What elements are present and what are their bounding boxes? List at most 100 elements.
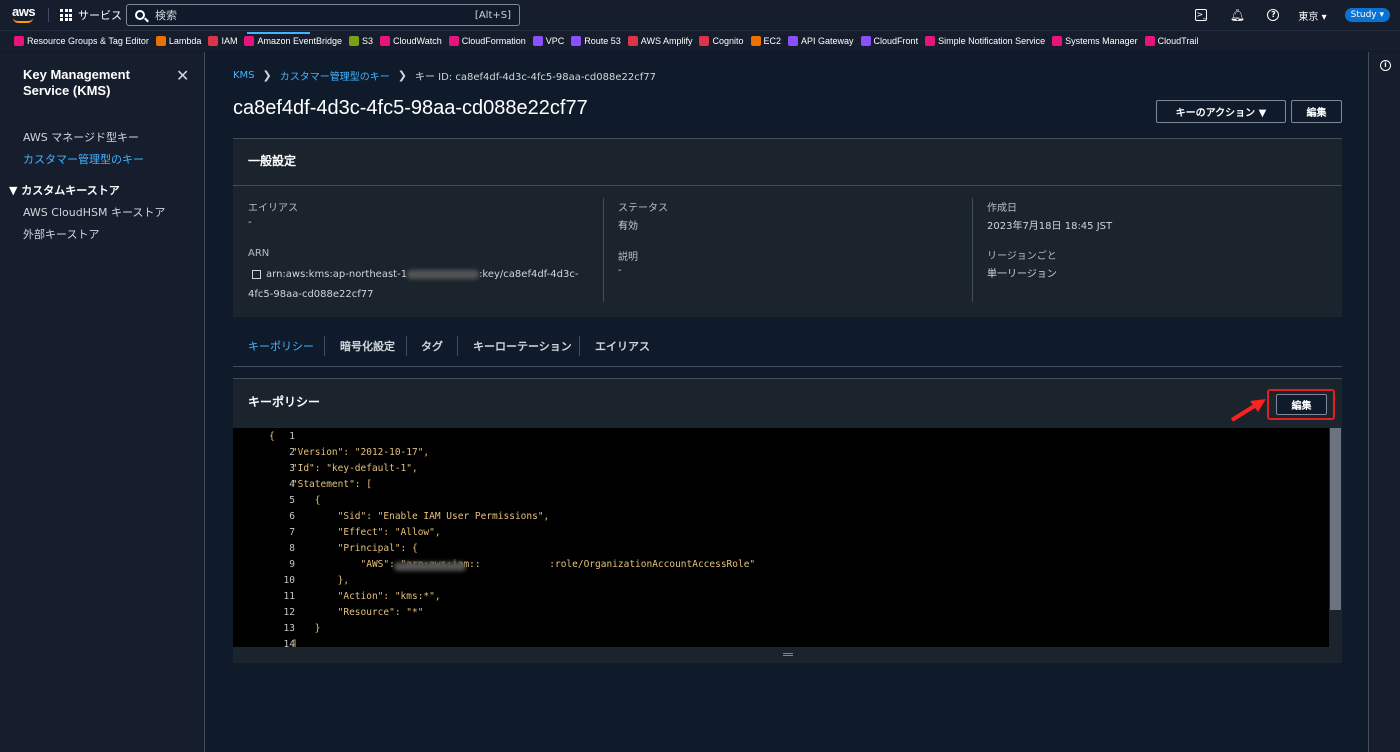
line-content: "AWS": "arn:aws:iam:: :role/Organization… xyxy=(269,559,756,571)
code-line: 7 "Effect": "Allow", xyxy=(233,527,1329,543)
sidebar-item-cloudhsm-key-stores[interactable]: AWS CloudHSM キーストア xyxy=(23,204,165,220)
alias-value: - xyxy=(248,217,252,228)
tab-aliases[interactable]: エイリアス xyxy=(595,338,650,354)
region-selector[interactable]: 東京 ▾ xyxy=(1298,8,1326,23)
code-line: 11 "Action": "kms:*", xyxy=(233,591,1329,607)
detail-tabs: キーポリシー 暗号化設定 タグ キーローテーション エイリアス xyxy=(233,333,1342,367)
aws-logo[interactable]: aws xyxy=(12,4,36,23)
line-content: ] xyxy=(269,639,298,647)
sidebar-section-custom-key-stores[interactable]: ▼ カスタムキーストア xyxy=(9,182,120,198)
favorite-item[interactable]: Route 53 xyxy=(571,36,621,46)
line-content: { xyxy=(269,431,275,442)
service-icon xyxy=(349,36,359,46)
code-line: 2 "Version": "2012-10-17", xyxy=(233,447,1329,463)
breadcrumb: KMS ❯ カスタマー管理型のキー ❯ キー ID: ca8ef4df-4d3c… xyxy=(233,68,656,83)
line-content: "Version": "2012-10-17", xyxy=(269,447,430,458)
code-line: 6 "Sid": "Enable IAM User Permissions", xyxy=(233,511,1329,527)
tab-cryptographic-config[interactable]: 暗号化設定 xyxy=(340,338,395,354)
key-actions-button[interactable]: キーのアクション ▼ xyxy=(1156,100,1286,123)
search-placeholder: 検索 xyxy=(155,9,177,22)
service-icon xyxy=(14,36,24,46)
code-line: 13 } xyxy=(233,623,1329,639)
key-policy-panel: キーポリシー 編集 xyxy=(233,378,1342,428)
service-icon xyxy=(1144,36,1155,46)
service-icon xyxy=(925,36,936,46)
favorite-item[interactable]: CloudFormation xyxy=(448,36,526,46)
favorite-label: Systems Manager xyxy=(1065,36,1138,46)
sidebar-item-customer-managed-keys[interactable]: カスタマー管理型のキー xyxy=(23,151,144,167)
favorite-item[interactable]: CloudFront xyxy=(860,36,918,46)
favorite-item[interactable]: EC2 xyxy=(750,36,782,46)
favorite-label: IAM xyxy=(221,36,238,46)
favorite-label: Resource Groups & Tag Editor xyxy=(27,36,149,46)
breadcrumb-kms[interactable]: KMS xyxy=(233,70,255,81)
grid-icon xyxy=(60,9,72,21)
sidebar-item-external-key-stores[interactable]: 外部キーストア xyxy=(23,226,99,242)
favorite-item[interactable]: Lambda xyxy=(155,36,201,46)
general-config-header: 一般設定 xyxy=(248,154,297,168)
help-button[interactable]: ? xyxy=(1262,5,1284,25)
favorite-item[interactable]: IAM xyxy=(208,36,237,46)
notifications-button[interactable]: 🔔︎ xyxy=(1226,5,1248,25)
tab-key-policy[interactable]: キーポリシー xyxy=(248,338,314,354)
favorite-item[interactable]: Amazon EventBridge xyxy=(244,36,342,46)
copy-icon[interactable] xyxy=(252,270,261,279)
line-content: }, xyxy=(269,575,350,586)
line-number: 1 xyxy=(289,431,295,442)
favorite-label: EC2 xyxy=(763,36,782,46)
right-rail: i xyxy=(1368,52,1400,752)
page-title: ca8ef4df-4d3c-4fc5-98aa-cd088e22cf77 xyxy=(233,97,588,119)
line-content: } xyxy=(269,623,321,634)
code-line: 10 }, xyxy=(233,575,1329,591)
code-line: 5 { xyxy=(233,495,1329,511)
arn-prefix: arn:aws:kms:ap-northeast-1 xyxy=(266,269,408,280)
region-type-label: リージョンごと xyxy=(987,251,1057,262)
breadcrumb-customer-keys[interactable]: カスタマー管理型のキー xyxy=(280,68,390,83)
favorite-item[interactable]: AWS Amplify xyxy=(627,36,692,46)
general-config-panel: 一般設定 エイリアス - ARN arn:aws:kms:ap-northeas… xyxy=(233,138,1342,317)
close-icon[interactable]: ✕ xyxy=(176,66,189,85)
arn-value: arn:aws:kms:ap-northeast-1 :key/ca8ef4df… xyxy=(252,269,578,280)
code-line: 1{ xyxy=(233,431,1329,447)
description-label: 説明 xyxy=(618,252,638,263)
favorite-item[interactable]: Cognito xyxy=(699,36,744,46)
service-icon xyxy=(208,36,219,46)
alias-label: エイリアス xyxy=(248,203,298,214)
info-icon[interactable]: i xyxy=(1380,60,1391,71)
services-menu-button[interactable]: サービス xyxy=(60,7,122,23)
code-line: 4 "Statement": [ xyxy=(233,479,1329,495)
region-type-value: 単一リージョン xyxy=(987,269,1057,280)
policy-code-editor[interactable]: 1{2 "Version": "2012-10-17", 3 "Id": "key… xyxy=(233,428,1329,647)
description-value: - xyxy=(618,265,622,276)
created-label: 作成日 xyxy=(987,203,1017,214)
tab-key-rotation[interactable]: キーローテーション xyxy=(473,338,572,354)
service-icon xyxy=(860,36,871,46)
sidebar-item-aws-managed-keys[interactable]: AWS マネージド型キー xyxy=(23,129,139,145)
tab-tags[interactable]: タグ xyxy=(421,338,443,354)
edit-key-button[interactable]: 編集 xyxy=(1291,100,1342,123)
favorite-item[interactable]: API Gateway xyxy=(788,36,854,46)
service-icon xyxy=(448,36,459,46)
editor-scrollbar[interactable] xyxy=(1329,428,1342,647)
service-icon xyxy=(699,36,710,46)
search-shortcut: [Alt+S] xyxy=(474,9,511,21)
favorite-label: CloudTrail xyxy=(1157,36,1199,46)
search-icon xyxy=(135,10,145,20)
code-line: 9 "AWS": "arn:aws:iam:: :role/Organizati… xyxy=(233,559,1329,575)
cloudshell-button[interactable]: >_ xyxy=(1190,5,1212,25)
favorite-item[interactable]: S3 xyxy=(349,36,373,46)
favorite-item[interactable]: Systems Manager xyxy=(1052,36,1138,46)
favorite-label: S3 xyxy=(362,36,374,46)
account-menu[interactable]: Study ▾ xyxy=(1344,8,1390,22)
favorite-item[interactable]: Resource Groups & Tag Editor xyxy=(14,36,149,46)
line-content: { xyxy=(269,495,321,506)
services-label: サービス xyxy=(78,9,122,22)
favorite-item[interactable]: VPC xyxy=(532,36,564,46)
favorite-item[interactable]: CloudTrail xyxy=(1144,36,1199,46)
line-content: "Action": "kms:*", xyxy=(269,591,441,602)
favorite-item[interactable]: CloudWatch xyxy=(380,36,442,46)
search-input[interactable]: 検索 [Alt+S] xyxy=(126,4,520,26)
editor-resize-handle[interactable] xyxy=(233,647,1342,663)
favorite-item[interactable]: Simple Notification Service xyxy=(925,36,1045,46)
edit-policy-button[interactable]: 編集 xyxy=(1276,394,1327,415)
